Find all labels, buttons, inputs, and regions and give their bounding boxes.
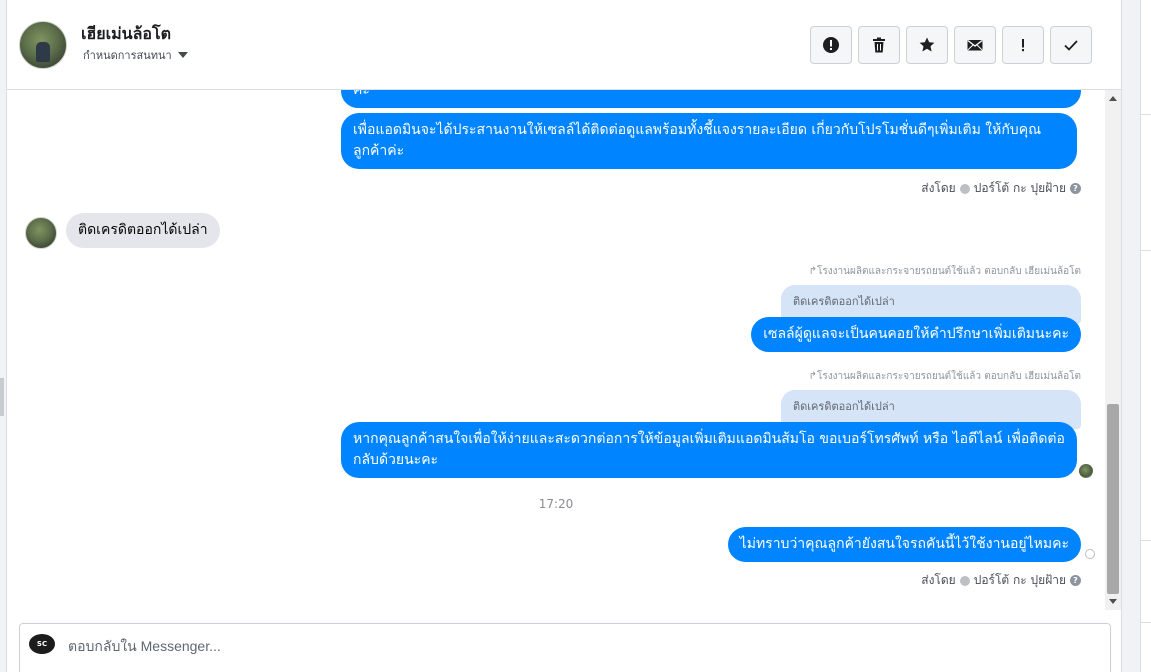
message-thread[interactable]: ค่ะ เพื่อแอดมินจะได้ประสานงานให้เซลล์ได้… — [7, 90, 1105, 610]
message-timestamp: 17:20 — [538, 497, 574, 511]
done-button[interactable] — [1050, 26, 1092, 64]
assign-conversation-dropdown[interactable]: กำหนดการสนทนา — [83, 46, 188, 64]
message-text: เซลล์ผู้ดูแลจะเป็นคนคอยให้คำปรึกษาเพิ่มเ… — [763, 326, 1069, 342]
scroll-up-arrow[interactable] — [1109, 96, 1117, 101]
sent-by-info: ส่งโดย ปอร์โต้ กะ ปุยฝ้าย ? — [921, 571, 1081, 590]
contact-name[interactable]: เฮียเม่นล้อโต — [81, 22, 171, 47]
message-text: หากคุณลูกค้าสนใจเพื่อให้ง่ายและสะดวกต่อก… — [353, 431, 1065, 468]
delete-button[interactable] — [858, 26, 900, 64]
help-icon[interactable]: ? — [1070, 575, 1081, 586]
reply-composer: SC — [19, 623, 1111, 672]
left-resize-handle[interactable] — [0, 378, 4, 416]
divider — [1140, 540, 1151, 541]
exclamation-icon — [1022, 39, 1024, 52]
divider — [1140, 114, 1151, 115]
mark-unread-button[interactable] — [954, 26, 996, 64]
incoming-message: ติดเครดิตออกได้เปล่า — [66, 213, 220, 248]
contact-message-avatar[interactable] — [25, 217, 57, 249]
reply-input[interactable] — [68, 636, 968, 656]
sender-name: ปอร์โต้ กะ ปุยฝ้าย — [973, 181, 1066, 195]
conversation-header: เฮียเม่นล้อโต กำหนดการสนทนา — [7, 0, 1121, 90]
thread-scrollbar[interactable] — [1105, 90, 1121, 610]
spam-button[interactable] — [810, 26, 852, 64]
quoted-text: ติดเครดิตออกได้เปล่า — [793, 400, 895, 413]
outgoing-message: เพื่อแอดมินจะได้ประสานงานให้เซลล์ได้ติดต… — [341, 113, 1077, 169]
messenger-inbox: เฮียเม่นล้อโต กำหนดการสนทนา ค่ะ เพื่อแอด… — [0, 0, 1151, 672]
sent-by-label: ส่งโดย — [921, 181, 956, 195]
conversation-panel: เฮียเม่นล้อโต กำหนดการสนทนา ค่ะ เพื่อแอด… — [6, 0, 1122, 672]
message-text: ไม่ทราบว่าคุณลูกค้ายังสนใจรถคันนี้ไว้ใช้… — [739, 536, 1069, 552]
verified-icon — [959, 183, 970, 194]
message-text: ค่ะ — [353, 90, 370, 98]
message-text: เพื่อแอดมินจะได้ประสานงานให้เซลล์ได้ติดต… — [353, 122, 1042, 159]
trash-icon — [873, 37, 885, 53]
sent-by-label: ส่งโดย — [921, 573, 956, 587]
message-text: ติดเครดิตออกได้เปล่า — [78, 222, 208, 238]
follow-up-button[interactable] — [1002, 26, 1044, 64]
scrollbar-thumb[interactable] — [1107, 404, 1119, 594]
verified-icon — [959, 575, 970, 586]
check-icon — [1064, 40, 1078, 51]
divider — [1140, 622, 1151, 623]
outgoing-message: เซลล์ผู้ดูแลจะเป็นคนคอยให้คำปรึกษาเพิ่มเ… — [751, 317, 1081, 352]
spam-icon — [823, 37, 839, 53]
quoted-text: ติดเครดิตออกได้เปล่า — [793, 295, 895, 308]
conversation-toolbar — [810, 26, 1092, 64]
right-sidebar — [1122, 0, 1151, 672]
scroll-down-arrow[interactable] — [1109, 599, 1117, 604]
page-avatar: SC — [29, 634, 55, 654]
sent-by-info: ส่งโดย ปอร์โต้ กะ ปุยฝ้าย ? — [921, 179, 1081, 198]
envelope-icon — [967, 40, 983, 51]
sender-name: ปอร์โต้ กะ ปุยฝ้าย — [973, 573, 1066, 587]
reply-context: ↱โรงงานผลิตและกระจายรถยนต์ใช้แล้ว ตอบกลั… — [808, 266, 1081, 277]
sent-status-icon — [1085, 549, 1095, 559]
star-icon — [919, 37, 935, 52]
divider — [1140, 250, 1151, 251]
contact-avatar[interactable] — [19, 21, 67, 69]
sidebar-card — [1140, 0, 1151, 672]
caret-down-icon — [177, 52, 188, 58]
help-icon[interactable]: ? — [1070, 183, 1081, 194]
outgoing-message: หากคุณลูกค้าสนใจเพื่อให้ง่ายและสะดวกต่อก… — [341, 422, 1077, 478]
seen-by-avatar — [1079, 464, 1093, 478]
star-button[interactable] — [906, 26, 948, 64]
outgoing-message: ไม่ทราบว่าคุณลูกค้ายังสนใจรถคันนี้ไว้ใช้… — [727, 527, 1081, 562]
reply-context: ↱โรงงานผลิตและกระจายรถยนต์ใช้แล้ว ตอบกลั… — [808, 371, 1081, 382]
assign-label: กำหนดการสนทนา — [83, 49, 172, 62]
outgoing-message: ค่ะ — [341, 90, 1081, 108]
